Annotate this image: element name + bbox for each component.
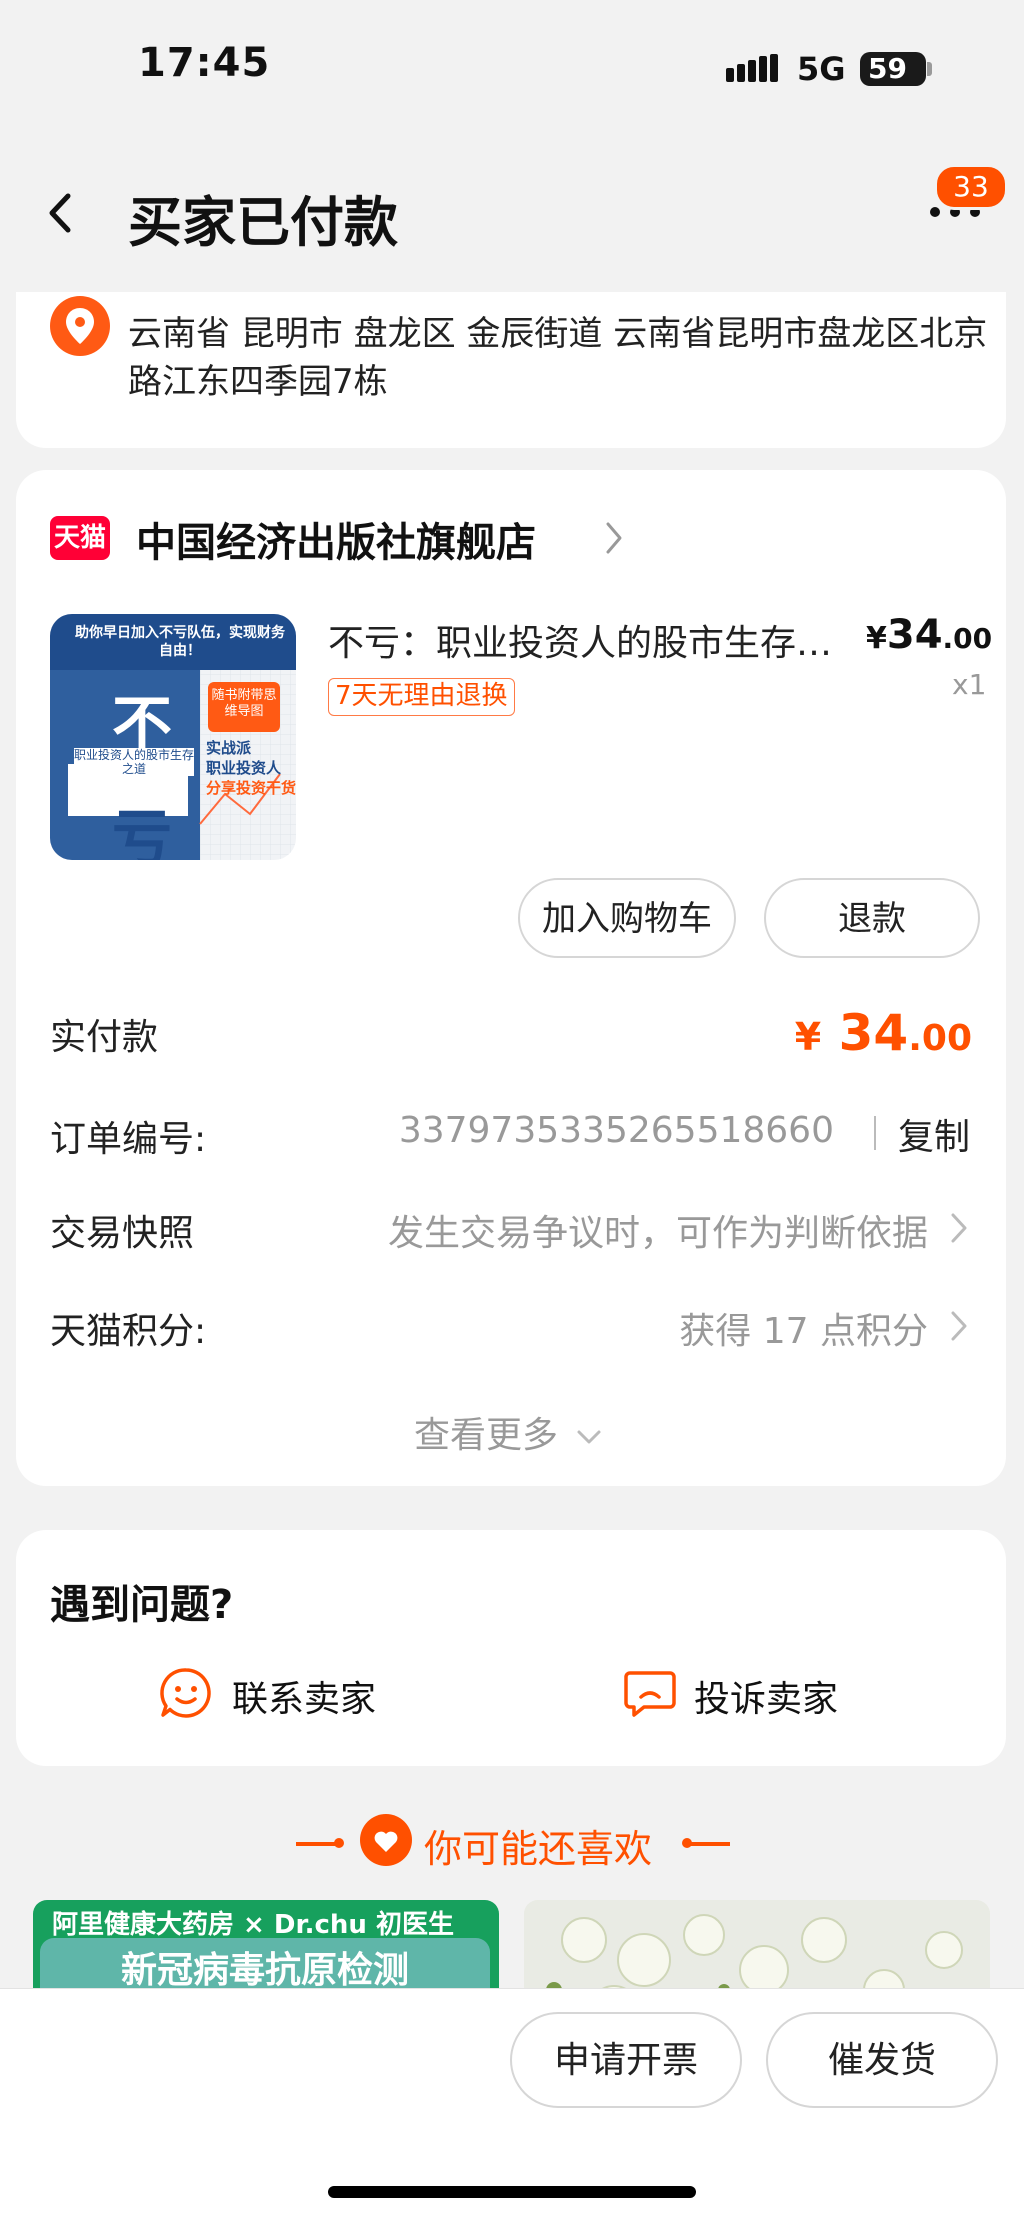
page-title: 买家已付款 (128, 191, 398, 254)
paid-amount: ¥ 34.00 (795, 1004, 972, 1062)
chat-smile-icon[interactable] (158, 1665, 214, 1721)
view-more-button[interactable]: 查看更多 (414, 1406, 603, 1458)
back-arrow-icon[interactable] (40, 188, 80, 238)
battery-icon: 59 (860, 52, 926, 86)
shipping-address: 云南省 昆明市 盘龙区 金辰街道 云南省昆明市盘龙区北京路江东四季园7栋 (128, 314, 988, 402)
points-label[interactable]: 天猫积分: (50, 1302, 206, 1354)
battery-tip (927, 62, 932, 76)
recommend-title: 你可能还喜欢 (424, 1827, 653, 1871)
cover-banner: 助你早日加入不亏队伍，实现财务自由！ (75, 625, 285, 659)
paid-dec: .00 (908, 1018, 972, 1059)
chevron-right-icon[interactable] (950, 1310, 968, 1342)
decor-dot (334, 1838, 344, 1848)
price-int: 34 (886, 612, 943, 658)
urge-shipping-button[interactable]: 催发货 (766, 2012, 998, 2108)
return-policy-tag: 7天无理由退换 (328, 678, 515, 716)
signal-icon (726, 54, 778, 82)
product-title[interactable]: 不亏：职业投资人的股市生存之道 (328, 614, 848, 666)
status-time: 17:45 (138, 40, 271, 86)
battery-level: 59 (868, 52, 907, 85)
order-number: 3379735335265518660 (398, 1110, 834, 1151)
view-more-label: 查看更多 (414, 1415, 559, 1456)
points-desc[interactable]: 获得 17 点积分 (679, 1302, 928, 1354)
product-image[interactable]: 助你早日加入不亏队伍，实现财务自由！ 不 亏 职业投资人的股市生存之道 随书附带… (50, 614, 296, 860)
request-invoice-button[interactable]: 申请开票 (510, 2012, 742, 2108)
home-indicator (328, 2186, 696, 2198)
refund-button[interactable]: 退款 (764, 878, 980, 958)
network-type: 5G (797, 50, 846, 88)
complaint-icon[interactable] (622, 1665, 678, 1721)
snapshot-desc[interactable]: 发生交易争议时，可作为判断依据 (388, 1204, 928, 1256)
chevron-right-icon[interactable] (604, 520, 624, 556)
cover-subtitle: 职业投资人的股市生存之道 (74, 748, 195, 776)
product-quantity: x1 (952, 668, 987, 701)
heart-icon (360, 1814, 412, 1866)
snapshot-label[interactable]: 交易快照 (50, 1204, 194, 1256)
paid-int: 34 (838, 1004, 909, 1062)
complain-seller[interactable]: 投诉卖家 (694, 1670, 838, 1722)
cover-slogan-1: 实战派 (206, 739, 252, 757)
copy-button[interactable]: 复制 (898, 1108, 970, 1160)
cover-slogan-2: 职业投资人 (206, 759, 282, 777)
product-price: ¥34.00 (866, 612, 992, 658)
decor-line (686, 1842, 730, 1846)
help-card (16, 1530, 1006, 1766)
paid-currency: ¥ (794, 1015, 822, 1059)
recommend-item-1-brand: 阿里健康大药房 × Dr.chu 初医生 (52, 1910, 454, 1940)
price-dec: .00 (942, 622, 993, 655)
cover-slogan-3: 分享投资干货 (206, 779, 296, 797)
location-pin-icon (50, 296, 110, 356)
chevron-right-icon[interactable] (950, 1212, 968, 1244)
divider (874, 1116, 876, 1150)
paid-label: 实付款 (50, 1017, 159, 1058)
price-currency: ¥ (866, 621, 887, 656)
order-number-label: 订单编号: (50, 1119, 207, 1160)
notification-badge: 33 (934, 164, 1008, 210)
tmall-logo: 天猫 (50, 516, 110, 560)
cover-tag: 随书附带思维导图 (208, 682, 280, 732)
cover-char-2: 亏 (112, 804, 172, 860)
help-title: 遇到问题? (50, 1582, 234, 1628)
contact-seller[interactable]: 联系卖家 (232, 1670, 376, 1722)
add-to-cart-button[interactable]: 加入购物车 (518, 878, 736, 958)
shop-name[interactable]: 中国经济出版社旗舰店 (136, 510, 536, 568)
chevron-down-icon (577, 1430, 601, 1444)
